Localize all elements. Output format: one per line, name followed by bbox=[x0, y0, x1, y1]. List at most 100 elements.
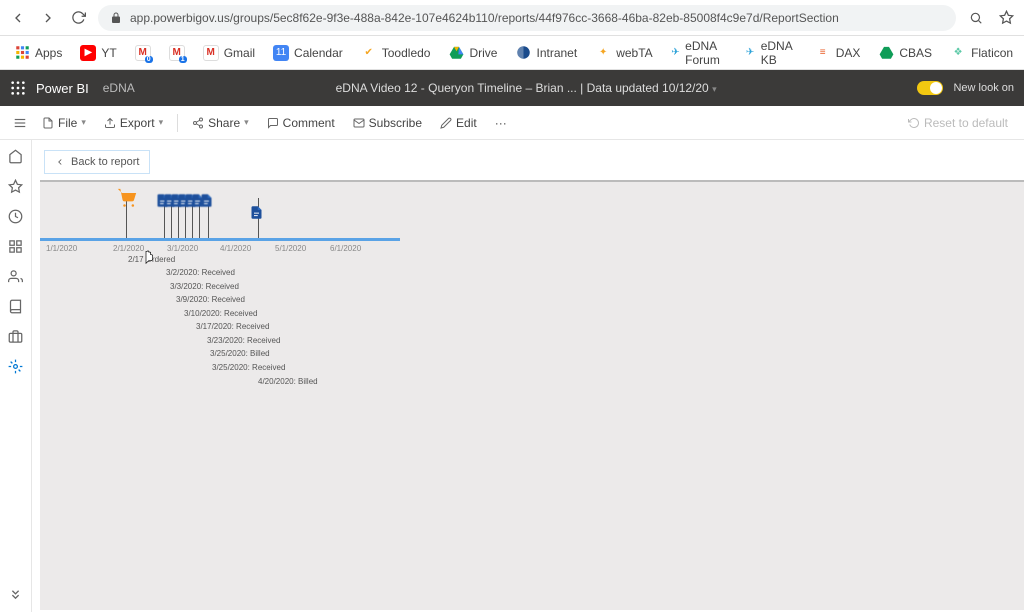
divider bbox=[177, 114, 178, 132]
bookmark-label: Drive bbox=[469, 46, 497, 60]
chevron-down-icon: ▾ bbox=[244, 117, 249, 128]
more-menu[interactable]: ··· bbox=[487, 116, 515, 130]
breadcrumb[interactable]: eDNA bbox=[103, 81, 135, 95]
bookmark-m1[interactable]: M1 bbox=[163, 45, 191, 61]
bookmark-cbas[interactable]: CBAS bbox=[872, 45, 938, 61]
bookmarks-bar: Apps ▶YT M0 M1 MGmail 11 Calendar ✔Toodle… bbox=[0, 36, 1024, 70]
browser-nav: app.powerbigov.us/groups/5ec8f62e-9f3e-4… bbox=[0, 0, 1024, 36]
address-bar[interactable]: app.powerbigov.us/groups/5ec8f62e-9f3e-4… bbox=[98, 5, 956, 31]
forward-button[interactable] bbox=[38, 8, 58, 28]
star-icon[interactable] bbox=[996, 8, 1016, 28]
bookmark-label: Calendar bbox=[294, 46, 343, 60]
menu-label: Edit bbox=[456, 116, 477, 130]
favorites-icon[interactable] bbox=[8, 178, 24, 194]
menu-label: Subscribe bbox=[369, 116, 422, 130]
check-icon: ✔ bbox=[361, 45, 377, 61]
hamburger-icon[interactable] bbox=[8, 116, 32, 130]
bookmark-gmail[interactable]: MGmail bbox=[197, 45, 261, 61]
shared-icon[interactable] bbox=[8, 268, 24, 284]
cursor-pointer-icon bbox=[142, 250, 158, 270]
kb-icon: ✈ bbox=[744, 45, 755, 61]
menu-label: Reset to default bbox=[924, 116, 1008, 130]
bookmark-label: CBAS bbox=[899, 46, 932, 60]
document-icon bbox=[249, 204, 267, 222]
bookmark-label: Gmail bbox=[224, 46, 255, 60]
file-menu[interactable]: File▾ bbox=[34, 116, 94, 130]
bookmark-label: Intranet bbox=[536, 46, 577, 60]
timeline-event-label: 3/9/2020: Received bbox=[176, 295, 245, 304]
comment-icon bbox=[267, 117, 279, 129]
axis-tick: 2/1/2020 bbox=[113, 244, 144, 253]
bookmark-label: YT bbox=[101, 46, 116, 60]
bookmark-webta[interactable]: ✦webTA bbox=[589, 45, 658, 61]
flaticon-icon: ❖ bbox=[950, 45, 966, 61]
home-icon[interactable] bbox=[8, 148, 24, 164]
reset-icon bbox=[908, 117, 920, 129]
axis-tick: 4/1/2020 bbox=[220, 244, 251, 253]
bookmark-label: eDNA KB bbox=[761, 39, 797, 67]
webta-icon: ✦ bbox=[595, 45, 611, 61]
apps-icon[interactable] bbox=[8, 238, 24, 254]
bookmark-m0[interactable]: M0 bbox=[129, 45, 157, 61]
powerbi-header: Power BI eDNA eDNA Video 12 - Queryon Ti… bbox=[0, 70, 1024, 106]
timeline-event-label: 3/10/2020: Received bbox=[184, 309, 257, 318]
timeline-event-label: 3/25/2020: Received bbox=[212, 363, 285, 372]
bookmark-apps[interactable]: Apps bbox=[8, 45, 68, 61]
back-button[interactable] bbox=[8, 8, 28, 28]
timeline-axis bbox=[40, 238, 400, 241]
new-look-label: New look on bbox=[953, 82, 1014, 94]
bookmark-dax[interactable]: ≡DAX bbox=[809, 45, 867, 61]
menu-label: Export bbox=[120, 116, 155, 130]
new-look-toggle[interactable] bbox=[917, 81, 943, 95]
reload-button[interactable] bbox=[68, 8, 88, 28]
timeline-event-label: 3/23/2020: Received bbox=[207, 336, 280, 345]
timeline-event-label: 3/17/2020: Received bbox=[196, 322, 269, 331]
app-launcher-icon[interactable] bbox=[10, 80, 26, 96]
back-to-report-button[interactable]: Back to report bbox=[44, 150, 150, 174]
bookmark-kb[interactable]: ✈ eDNA KB bbox=[738, 39, 802, 67]
axis-tick: 5/1/2020 bbox=[275, 244, 306, 253]
export-menu[interactable]: Export ▾ bbox=[96, 116, 171, 130]
apps-grid-icon bbox=[14, 45, 30, 61]
share-icon bbox=[192, 117, 204, 129]
document-icon bbox=[199, 192, 217, 210]
menu-label: File bbox=[58, 116, 77, 130]
pencil-icon bbox=[440, 117, 452, 129]
reset-button[interactable]: Reset to default bbox=[900, 116, 1016, 130]
bookmark-calendar[interactable]: 11 Calendar bbox=[267, 45, 349, 61]
chevron-down-icon: ▾ bbox=[159, 117, 164, 128]
edit-button[interactable]: Edit bbox=[432, 116, 485, 130]
calendar-icon: 11 bbox=[273, 45, 289, 61]
bookmark-label: Flaticon bbox=[971, 46, 1013, 60]
bookmark-toodledo[interactable]: ✔Toodledo bbox=[355, 45, 437, 61]
bookmark-drive[interactable]: Drive bbox=[442, 45, 503, 61]
axis-tick: 1/1/2020 bbox=[46, 244, 77, 253]
report-title[interactable]: eDNA Video 12 - Queryon Timeline – Brian… bbox=[135, 81, 918, 95]
report-toolbar: File▾ Export▾ Share▾ Comment Subscribe E… bbox=[0, 106, 1024, 140]
share-button[interactable]: Share▾ bbox=[184, 116, 257, 130]
bookmark-forum[interactable]: ✈eDNA Forum bbox=[665, 39, 733, 67]
recent-icon[interactable] bbox=[8, 208, 24, 224]
product-name: Power BI bbox=[36, 81, 89, 96]
timeline-event-label: 3/3/2020: Received bbox=[170, 282, 239, 291]
learn-icon[interactable] bbox=[8, 298, 24, 314]
forum-icon: ✈ bbox=[671, 45, 681, 61]
export-icon bbox=[104, 117, 116, 129]
subscribe-button[interactable]: Subscribe bbox=[345, 116, 430, 130]
axis-tick: 3/1/2020 bbox=[167, 244, 198, 253]
timeline-visual[interactable]: 1/1/2020 2/1/2020 3/1/2020 4/1/2020 5/1/2020… bbox=[40, 180, 1024, 610]
chevron-down-icon: ▾ bbox=[712, 84, 717, 94]
bookmark-flaticon[interactable]: ❖ Flaticon bbox=[944, 45, 1019, 61]
globe-icon bbox=[515, 45, 531, 61]
current-workspace-icon[interactable] bbox=[8, 358, 24, 374]
timeline-event-label: 3/2/2020: Received bbox=[166, 268, 235, 277]
bookmark-label: eDNA Forum bbox=[685, 39, 726, 67]
workspaces-icon[interactable] bbox=[8, 328, 24, 344]
bookmark-intranet[interactable]: Intranet bbox=[509, 45, 583, 61]
bookmark-yt[interactable]: ▶YT bbox=[74, 45, 122, 61]
url-text: app.powerbigov.us/groups/5ec8f62e-9f3e-4… bbox=[130, 11, 944, 25]
getdata-icon[interactable] bbox=[8, 586, 24, 602]
dax-icon: ≡ bbox=[815, 45, 831, 61]
search-icon[interactable] bbox=[966, 8, 986, 28]
comment-button[interactable]: Comment bbox=[259, 116, 343, 130]
